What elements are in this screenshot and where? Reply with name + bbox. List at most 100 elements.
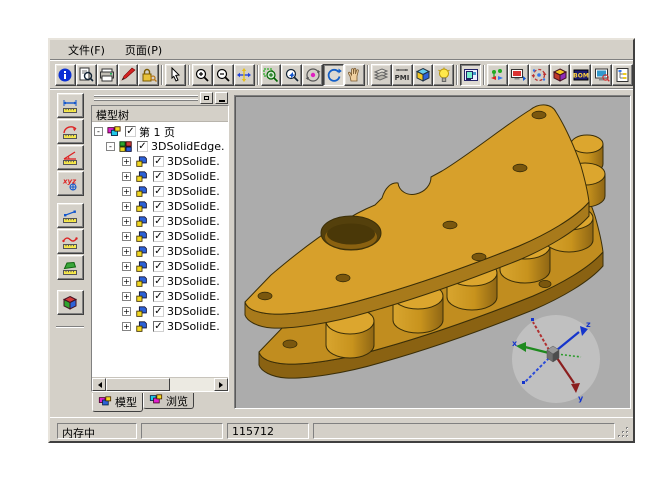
menu-page[interactable]: 页面(P): [117, 41, 170, 59]
orientation-axis-widget[interactable]: x z y: [512, 315, 600, 403]
scroll-left-button[interactable]: [92, 378, 106, 391]
tree-checkbox[interactable]: ✓: [153, 231, 164, 242]
print-button[interactable]: [97, 64, 118, 86]
scroll-right-button[interactable]: [214, 378, 228, 391]
main-area: xyz 模型树 -✓第 1 页-✓3DSolidEdge.+✓3DSolidE.…: [50, 90, 633, 417]
layers-button[interactable]: [371, 64, 392, 86]
assembly-button[interactable]: [487, 64, 508, 86]
tree-item-part-5[interactable]: +✓3DSolidE.: [92, 214, 228, 229]
expand-toggle[interactable]: +: [122, 262, 131, 271]
expand-toggle[interactable]: +: [122, 187, 131, 196]
volume-measure-button[interactable]: [57, 290, 84, 315]
pmi-button[interactable]: PMI: [392, 64, 413, 86]
tree-item-assembly[interactable]: -✓3DSolidEdge.: [92, 139, 228, 154]
area-measure-button[interactable]: [57, 255, 84, 280]
pan-button[interactable]: [234, 64, 255, 86]
tree-item-part-9[interactable]: +✓3DSolidE.: [92, 274, 228, 289]
menu-file[interactable]: 文件(F): [60, 41, 113, 59]
tree-item-part-1[interactable]: +✓3DSolidE.: [92, 154, 228, 169]
curve-measure-button[interactable]: [57, 229, 84, 254]
tree-item-page[interactable]: -✓第 1 页: [92, 124, 228, 139]
dim-linear-icon: [62, 98, 78, 114]
browser-button[interactable]: [591, 64, 612, 86]
tree-view-button[interactable]: [612, 64, 633, 86]
tree-checkbox[interactable]: ✓: [125, 126, 136, 137]
expand-toggle[interactable]: +: [122, 307, 131, 316]
expand-toggle[interactable]: +: [122, 277, 131, 286]
bom-button[interactable]: BOM: [570, 64, 591, 86]
viewport-3d[interactable]: x z y: [234, 95, 631, 409]
tree-checkbox[interactable]: ✓: [153, 321, 164, 332]
linear-dimension-button[interactable]: [57, 93, 84, 118]
tab-browse[interactable]: 浏览: [143, 393, 194, 409]
expand-toggle[interactable]: +: [122, 292, 131, 301]
resize-grip[interactable]: [617, 423, 630, 439]
tree-item-part-11[interactable]: +✓3DSolidE.: [92, 304, 228, 319]
light-button[interactable]: [433, 64, 454, 86]
zoom-out-button[interactable]: [213, 64, 234, 86]
distance-measure-button[interactable]: [57, 203, 84, 228]
tree-checkbox[interactable]: ✓: [153, 276, 164, 287]
tree-item-part-7[interactable]: +✓3DSolidE.: [92, 244, 228, 259]
expand-toggle[interactable]: -: [106, 142, 115, 151]
minimize-icon: [219, 100, 225, 102]
zoom-in-button[interactable]: [192, 64, 213, 86]
expand-toggle[interactable]: +: [122, 247, 131, 256]
tree-checkbox[interactable]: ✓: [153, 291, 164, 302]
tree-checkbox[interactable]: ✓: [153, 171, 164, 182]
preview-button[interactable]: [76, 64, 97, 86]
expand-toggle[interactable]: +: [122, 202, 131, 211]
rotate-view-button[interactable]: [302, 64, 323, 86]
tree-item-part-10[interactable]: +✓3DSolidE.: [92, 289, 228, 304]
dynamic-zoom-icon: [284, 67, 300, 83]
expand-toggle[interactable]: +: [122, 322, 131, 331]
zoom-window-button[interactable]: [261, 64, 282, 86]
toolbar-separator: [161, 65, 163, 85]
tree-checkbox[interactable]: ✓: [137, 141, 148, 152]
tree-item-part-2[interactable]: +✓3DSolidE.: [92, 169, 228, 184]
expand-toggle[interactable]: +: [122, 172, 131, 181]
tree-item-part-12[interactable]: +✓3DSolidE.: [92, 319, 228, 334]
angle-dimension-button[interactable]: [57, 145, 84, 170]
toolbar-separator: [188, 65, 190, 85]
tree-checkbox[interactable]: ✓: [153, 306, 164, 317]
orbit-button[interactable]: [529, 64, 550, 86]
tree-checkbox[interactable]: ✓: [153, 246, 164, 257]
select-button[interactable]: [165, 64, 186, 86]
view-manager-button[interactable]: [460, 64, 481, 86]
axonometric-view-button[interactable]: [413, 64, 434, 86]
permission-button[interactable]: [138, 64, 159, 86]
panel-restore-button[interactable]: [200, 92, 213, 104]
expand-toggle[interactable]: +: [122, 217, 131, 226]
tab-model[interactable]: 模型: [92, 393, 143, 412]
tree-item-part-8[interactable]: +✓3DSolidE.: [92, 259, 228, 274]
refresh-button[interactable]: [323, 64, 344, 86]
expand-toggle[interactable]: +: [122, 157, 131, 166]
expand-toggle[interactable]: -: [94, 127, 103, 136]
tree-item-part-4[interactable]: +✓3DSolidE.: [92, 199, 228, 214]
capture-button[interactable]: [508, 64, 529, 86]
dim-curve-icon: [62, 234, 78, 250]
expand-toggle[interactable]: +: [122, 232, 131, 241]
tree-hscrollbar[interactable]: [92, 377, 228, 391]
radius-dimension-button[interactable]: [57, 119, 84, 144]
coordinate-button[interactable]: xyz: [57, 171, 84, 196]
dynamic-zoom-button[interactable]: [281, 64, 302, 86]
tree-checkbox[interactable]: ✓: [153, 261, 164, 272]
model-tab-icon: [98, 396, 112, 409]
info-button[interactable]: [55, 64, 76, 86]
tree-checkbox[interactable]: ✓: [153, 156, 164, 167]
scrollbar-thumb[interactable]: [106, 378, 170, 391]
edit-button[interactable]: [118, 64, 139, 86]
part-icon: [134, 155, 150, 169]
tree-checkbox[interactable]: ✓: [153, 216, 164, 227]
scrollbar-track[interactable]: [170, 378, 214, 391]
panel-gripper[interactable]: [90, 91, 230, 105]
solid-render-button[interactable]: [550, 64, 571, 86]
panel-minimize-button[interactable]: [215, 92, 228, 104]
tree-item-part-6[interactable]: +✓3DSolidE.: [92, 229, 228, 244]
tree-item-part-3[interactable]: +✓3DSolidE.: [92, 184, 228, 199]
tree-checkbox[interactable]: ✓: [153, 186, 164, 197]
tree-checkbox[interactable]: ✓: [153, 201, 164, 212]
hand-pan-button[interactable]: [344, 64, 365, 86]
